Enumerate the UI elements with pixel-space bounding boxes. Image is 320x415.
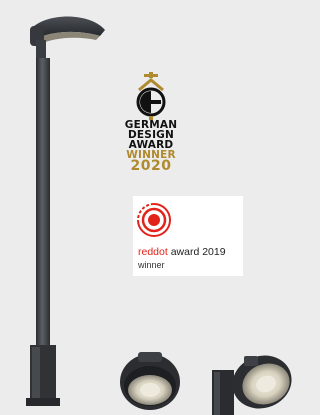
reddot-winner-label: winner — [138, 260, 165, 270]
gda-year: 2020 — [130, 158, 172, 174]
luminaire-tilted-photo — [212, 355, 292, 415]
reddot-brand: reddot — [138, 246, 168, 258]
luminaire-round-photo — [120, 352, 180, 410]
reddot-logo-icon — [137, 203, 171, 237]
reddot-award-year: award 2019 — [167, 246, 226, 258]
gda-logo-icon — [136, 72, 166, 120]
reddot-award-title: reddot award 2019 — [138, 246, 226, 258]
german-design-award-badge: GERMAN DESIGN AWARD WINNER 2020 — [122, 72, 180, 173]
reddot-award-badge: reddot award 2019 winner — [133, 196, 243, 276]
street-lamp-photo — [26, 16, 105, 406]
lamp-pole — [36, 58, 50, 380]
